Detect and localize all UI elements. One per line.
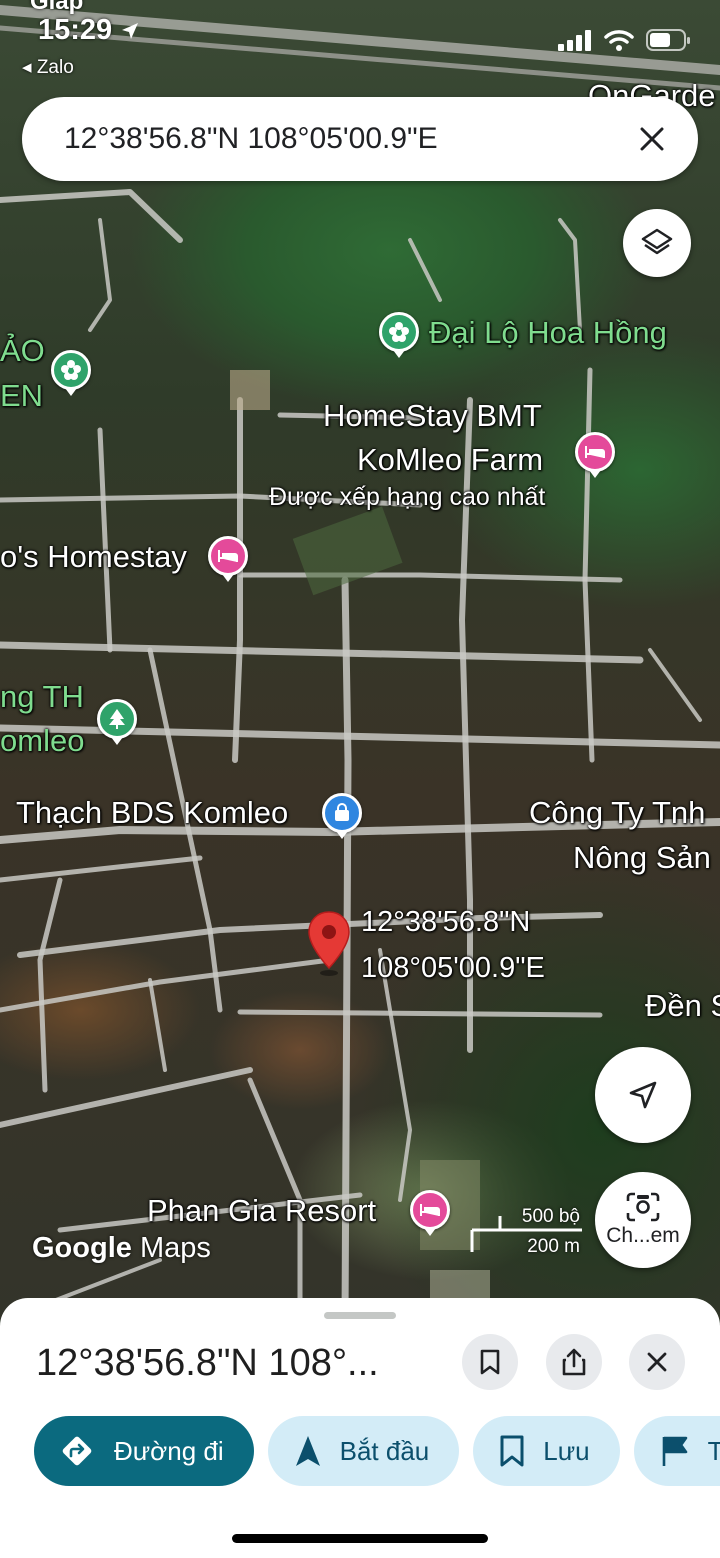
search-close-button[interactable] — [632, 119, 672, 159]
signal-icon — [558, 30, 591, 51]
start-chip[interactable]: Bắt đầu — [267, 1416, 460, 1486]
battery-icon — [646, 29, 690, 51]
bookmark-icon — [480, 1349, 500, 1375]
shopping-bag-icon — [335, 803, 349, 821]
map-label-cong-ty[interactable]: Công Ty Tnh — [529, 797, 705, 828]
directions-chip-label: Đường đi — [114, 1435, 224, 1466]
bed-icon — [585, 446, 605, 458]
map-scale: 500 bộ 200 m — [470, 1206, 582, 1257]
directions-icon — [62, 1436, 92, 1466]
status-time: 15:29 — [38, 14, 140, 47]
save-bookmark-button[interactable] — [462, 1334, 518, 1390]
flag-chip-label: T — [707, 1435, 720, 1466]
poi-hotel-pin-phan-gia[interactable] — [410, 1190, 450, 1230]
map-label-dai-lo-hoa-hong[interactable]: Đại Lộ Hoa Hồng — [429, 317, 667, 348]
poi-shopping-pin[interactable] — [322, 793, 362, 833]
save-chip[interactable]: Lưu — [473, 1416, 620, 1486]
navigation-arrow-icon — [295, 1436, 320, 1466]
flower-icon — [389, 322, 409, 342]
flag-icon — [662, 1436, 687, 1466]
my-location-button[interactable] — [595, 1047, 691, 1143]
share-icon — [562, 1348, 586, 1376]
scale-imperial: 500 bộ — [521, 1206, 580, 1227]
map-label-coord-lng: 108°05'00.9"E — [361, 952, 545, 984]
map-label-th[interactable]: ng TH — [0, 681, 84, 712]
map-label-homestay-bmt[interactable]: HomeStay BMT — [323, 400, 542, 431]
status-bar: Giáp 15:29 ◂ Zalo — [0, 0, 720, 90]
camera-lens-icon — [626, 1192, 660, 1222]
status-icons — [558, 28, 692, 52]
flag-chip[interactable]: T — [633, 1416, 720, 1486]
poi-flower-pin-left[interactable] — [51, 350, 91, 390]
wifi-icon — [604, 30, 634, 51]
map-label-den[interactable]: Đền S — [645, 990, 720, 1021]
search-bar[interactable]: 12°38'56.8"N 108°05'00.9"E — [22, 97, 698, 181]
start-chip-label: Bắt đầu — [339, 1435, 430, 1466]
bookmark-icon — [500, 1435, 524, 1467]
action-chips-row: Đường đi Bắt đầu Lưu T — [34, 1416, 720, 1486]
poi-hotel-pin-komleo[interactable] — [575, 432, 615, 472]
map-label-homestay-left[interactable]: o's Homestay — [0, 541, 187, 572]
home-indicator — [232, 1534, 488, 1543]
map-label-coord-lat: 12°38'56.8"N — [361, 906, 531, 938]
close-icon — [640, 127, 664, 151]
close-icon — [647, 1352, 667, 1372]
lens-label: Ch...em — [606, 1224, 680, 1247]
layers-button[interactable] — [623, 209, 691, 277]
map-label-nong-san[interactable]: Nông Sản — [573, 842, 711, 873]
directions-chip[interactable]: Đường đi — [34, 1416, 254, 1486]
back-to-zalo-link[interactable]: ◂ Zalo — [22, 56, 74, 79]
poi-tree-pin[interactable] — [97, 699, 137, 739]
dropped-pin-icon[interactable] — [306, 910, 352, 978]
poi-hotel-pin-homestay[interactable] — [208, 536, 248, 576]
map-label-left-partial-1[interactable]: ẢO — [0, 335, 45, 366]
tree-icon — [109, 709, 125, 729]
lens-button[interactable]: Ch...em — [595, 1172, 691, 1268]
bed-icon — [218, 550, 238, 562]
bed-icon — [420, 1204, 440, 1216]
map-label-omleo[interactable]: omleo — [0, 725, 84, 756]
layers-icon — [641, 228, 673, 255]
map-label-phan-gia-resort[interactable]: Phan Gia Resort — [147, 1195, 376, 1226]
sheet-drag-handle[interactable] — [324, 1312, 396, 1319]
map-label-thach-bds[interactable]: Thạch BDS Komleo — [16, 797, 288, 828]
location-arrow-icon — [122, 23, 139, 39]
close-sheet-button[interactable] — [629, 1334, 685, 1390]
flower-icon — [61, 360, 81, 380]
navigation-arrow-icon — [629, 1081, 657, 1109]
scale-metric: 200 m — [527, 1236, 580, 1257]
place-bottom-sheet[interactable]: 12°38'56.8"N 108°... Đường đi Bắt đầu Lư… — [0, 1298, 720, 1558]
map-label-komleo-farm[interactable]: KoMleo Farm — [357, 444, 543, 475]
search-query-text[interactable]: 12°38'56.8"N 108°05'00.9"E — [64, 122, 632, 156]
share-button[interactable] — [546, 1334, 602, 1390]
maps-logo-text: Maps — [139, 1232, 211, 1264]
map-label-left-partial-2[interactable]: EN — [0, 380, 43, 411]
poi-flower-pin[interactable] — [379, 312, 419, 352]
place-title: 12°38'56.8"N 108°... — [36, 1342, 379, 1384]
status-time-text: 15:29 — [38, 14, 113, 46]
map-label-rating: Được xếp hạng cao nhất — [269, 483, 546, 511]
save-chip-label: Lưu — [543, 1435, 590, 1466]
google-maps-logo: Google Maps — [32, 1232, 211, 1265]
google-logo-text: Google — [32, 1232, 132, 1264]
